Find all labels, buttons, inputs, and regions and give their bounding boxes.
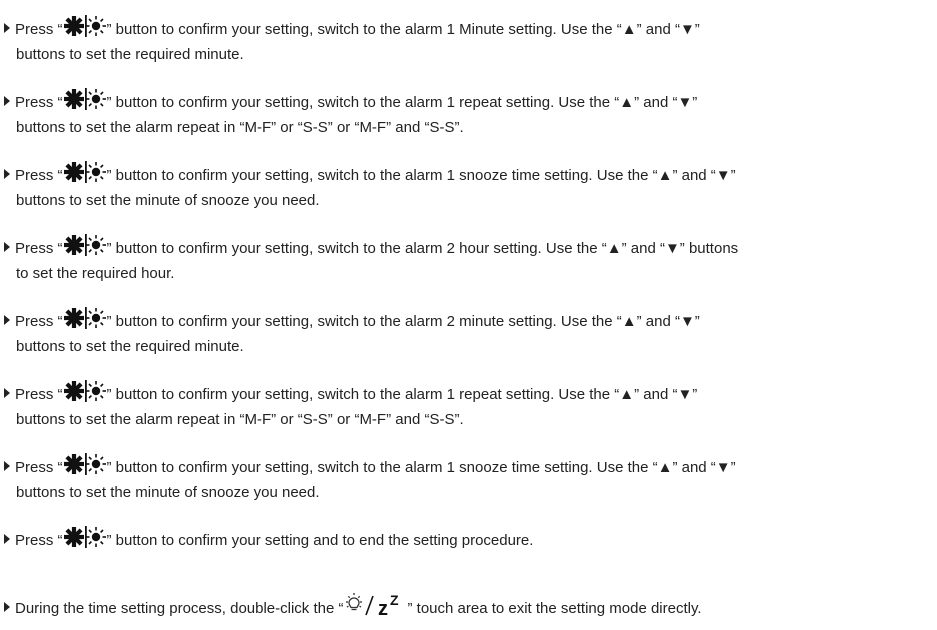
list-item: Press “ ” button to confirm your setting,…	[0, 13, 937, 64]
settings-light-icon	[63, 305, 106, 331]
step-text: ” button to confirm your setting, switch…	[106, 459, 736, 476]
step-continuation: to set the required hour.	[16, 265, 175, 282]
step-continuation: buttons to set the minute of snooze you …	[16, 192, 320, 209]
list-item: Press “ ” button to confirm your setting,…	[0, 232, 937, 283]
step-prefix: Press “	[15, 313, 63, 330]
bullet-arrow-icon	[4, 242, 10, 252]
step-continuation: buttons to set the alarm repeat in “M-F”…	[16, 119, 464, 136]
step-text: ” button to confirm your setting, switch…	[106, 386, 698, 403]
list-item: Press “ ” button to confirm your setting,…	[0, 86, 937, 137]
svg-text:z: z	[378, 598, 388, 618]
svg-text:Z: Z	[390, 592, 399, 608]
bullet-arrow-icon	[4, 96, 10, 106]
step-continuation: buttons to set the alarm repeat in “M-F”…	[16, 411, 464, 428]
list-item: Press “ ” button to confirm your setting …	[0, 524, 937, 549]
step-prefix: Press “	[15, 167, 63, 184]
step-prefix: Press “	[15, 240, 63, 257]
settings-light-icon	[63, 86, 106, 112]
list-item: Press “ ” button to confirm your setting,…	[0, 378, 937, 429]
step-text: ” button to confirm your setting, switch…	[106, 21, 700, 38]
manual-page: Press “ ” button to confirm your setting,…	[0, 0, 937, 630]
settings-light-icon	[63, 378, 106, 404]
step-prefix: Press “	[15, 532, 63, 549]
light-snooze-icon: zZ	[344, 592, 406, 618]
step-continuation: buttons to set the minute of snooze you …	[16, 484, 320, 501]
step-text: ” button to confirm your setting, switch…	[106, 240, 739, 257]
settings-light-icon	[63, 159, 106, 185]
step-prefix: Press “	[15, 94, 63, 111]
settings-light-icon	[63, 524, 106, 550]
list-item: Press “ ” button to confirm your setting,…	[0, 451, 937, 502]
list-item: During the time setting process, double-…	[0, 592, 937, 618]
step-text: ” button to confirm your setting, switch…	[106, 167, 736, 184]
bullet-arrow-icon	[4, 461, 10, 471]
bullet-arrow-icon	[4, 169, 10, 179]
list-item: Press “ ” button to confirm your setting,…	[0, 159, 937, 210]
list-item: Press “ ” button to confirm your setting,…	[0, 305, 937, 356]
bullet-arrow-icon	[4, 388, 10, 398]
step-text: ” touch area to exit the setting mode di…	[407, 600, 702, 617]
settings-light-icon	[63, 13, 106, 39]
step-continuation: buttons to set the required minute.	[16, 338, 244, 355]
bullet-arrow-icon	[4, 315, 10, 325]
settings-light-icon	[63, 232, 106, 258]
bullet-arrow-icon	[4, 602, 10, 612]
settings-light-icon	[63, 451, 106, 477]
step-text: ” button to confirm your setting, switch…	[106, 94, 698, 111]
bullet-arrow-icon	[4, 534, 10, 544]
step-prefix: Press “	[15, 386, 63, 403]
step-text: ” button to confirm your setting and to …	[106, 532, 534, 549]
step-continuation: buttons to set the required minute.	[16, 46, 244, 63]
step-text: ” button to confirm your setting, switch…	[106, 313, 700, 330]
bullet-arrow-icon	[4, 23, 10, 33]
step-prefix: During the time setting process, double-…	[15, 600, 344, 617]
step-prefix: Press “	[15, 459, 63, 476]
step-prefix: Press “	[15, 21, 63, 38]
